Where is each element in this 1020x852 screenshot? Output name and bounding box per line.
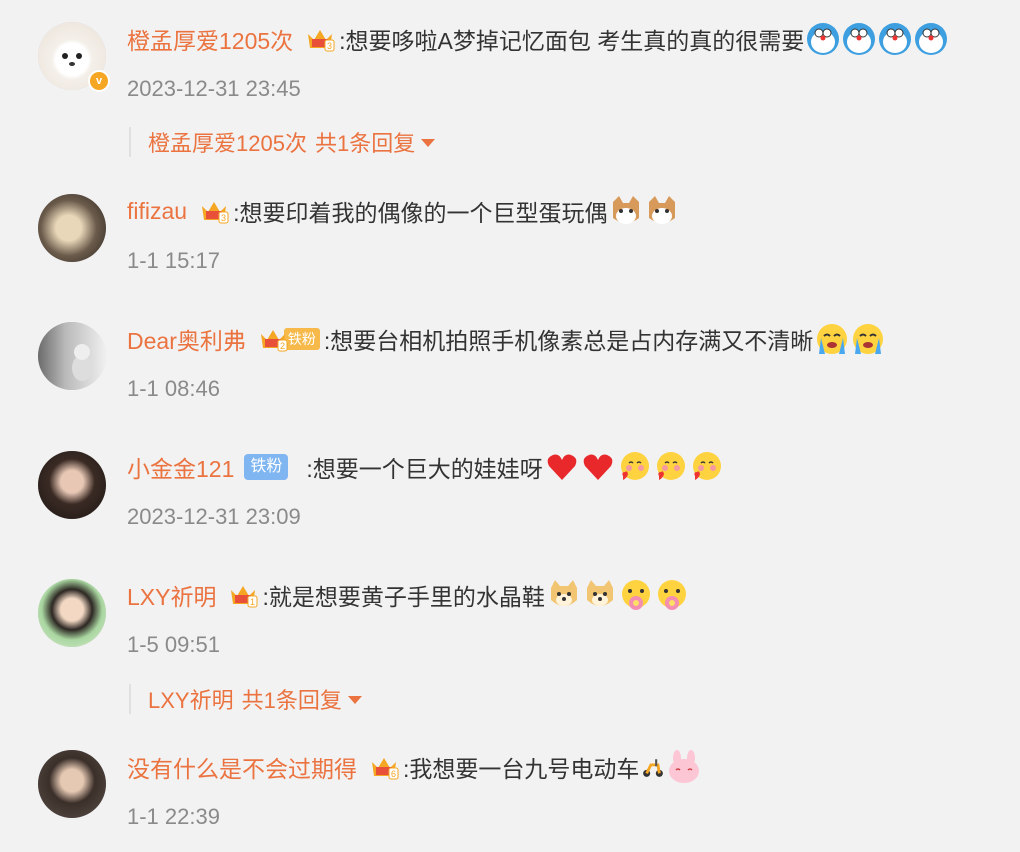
username-link[interactable]: 橙孟厚爱1205次	[127, 22, 293, 56]
comment-text: :我想要一台九号电动车	[403, 756, 640, 782]
comment-text: :想要印着我的偶像的一个巨型蛋玩偶	[233, 200, 608, 226]
svg-text:3: 3	[327, 41, 332, 51]
comment-time: 1-1 08:46	[127, 376, 220, 401]
cat-emoji-icon	[645, 194, 679, 228]
fan-badge: 铁粉	[283, 328, 320, 350]
blush-emoji-icon	[689, 450, 723, 484]
chevron-down-icon	[347, 696, 362, 704]
doraemon-emoji-icon	[806, 22, 840, 56]
comment-text: :就是想要黄子手里的水晶鞋	[262, 584, 545, 610]
doge-emoji-icon	[547, 578, 581, 612]
blush-emoji-icon	[653, 450, 687, 484]
flower-emoji-icon	[619, 578, 653, 612]
comment-time: 1-1 22:39	[127, 804, 220, 829]
comment-text: :想要一个巨大的娃娃呀	[306, 456, 543, 482]
heart-emoji-icon	[581, 450, 615, 484]
avatar[interactable]	[38, 322, 106, 390]
avatar[interactable]	[38, 451, 106, 519]
comment-text: :想要台相机拍照手机像素总是占内存满又不清晰	[323, 328, 814, 354]
cry-emoji-icon	[851, 322, 885, 356]
crown-level-icon: 1	[228, 582, 258, 608]
reply-thread-link[interactable]: 橙孟厚爱1205次 共1条回复	[129, 127, 436, 157]
avatar[interactable]	[38, 579, 106, 647]
blush-emoji-icon	[617, 450, 651, 484]
doraemon-emoji-icon	[842, 22, 876, 56]
username-link[interactable]: 小金金121	[127, 450, 234, 484]
avatar[interactable]	[38, 750, 106, 818]
heart-emoji-icon	[545, 450, 579, 484]
reply-count: 共1条回复	[314, 131, 416, 156]
comment-time: 2023-12-31 23:09	[127, 504, 301, 529]
crown-level-icon: 2	[258, 326, 288, 352]
username-link[interactable]: LXY祈明	[127, 578, 216, 612]
cat-emoji-icon	[609, 194, 643, 228]
svg-text:2: 2	[280, 341, 285, 351]
verified-badge-icon: v	[88, 70, 110, 92]
comment-text: :想要哆啦A梦掉记忆面包 考生真的真的很需要	[339, 28, 805, 54]
comment-time: 1-5 09:51	[127, 632, 220, 657]
avatar[interactable]	[38, 194, 106, 262]
chevron-down-icon	[421, 139, 436, 147]
crown-level-icon: 3	[199, 198, 229, 224]
comment-time: 2023-12-31 23:45	[127, 76, 301, 101]
username-link[interactable]: Dear奥利弗	[127, 322, 246, 356]
cry-emoji-icon	[815, 322, 849, 356]
crown-level-icon: 6	[369, 754, 399, 780]
svg-text:1: 1	[250, 597, 255, 607]
svg-text:3: 3	[221, 213, 226, 223]
bunny-emoji-icon	[667, 750, 701, 784]
fan-badge: 铁粉	[244, 454, 289, 480]
doge-emoji-icon	[583, 578, 617, 612]
reply-count: 共1条回复	[241, 688, 342, 713]
reply-user: 橙孟厚爱1205次	[148, 131, 307, 156]
comment-time: 1-1 15:17	[127, 248, 220, 273]
username-link[interactable]: 没有什么是不会过期得	[127, 750, 357, 784]
doraemon-emoji-icon	[878, 22, 912, 56]
doraemon-emoji-icon	[914, 22, 948, 56]
reply-user: LXY祈明	[148, 688, 234, 713]
scooter-emoji-icon	[641, 755, 665, 779]
reply-thread-link[interactable]: LXY祈明 共1条回复	[129, 684, 362, 714]
svg-text:6: 6	[391, 769, 396, 779]
username-link[interactable]: fifizau	[127, 198, 187, 225]
flower-emoji-icon	[655, 578, 689, 612]
crown-level-icon: 3	[305, 26, 335, 52]
